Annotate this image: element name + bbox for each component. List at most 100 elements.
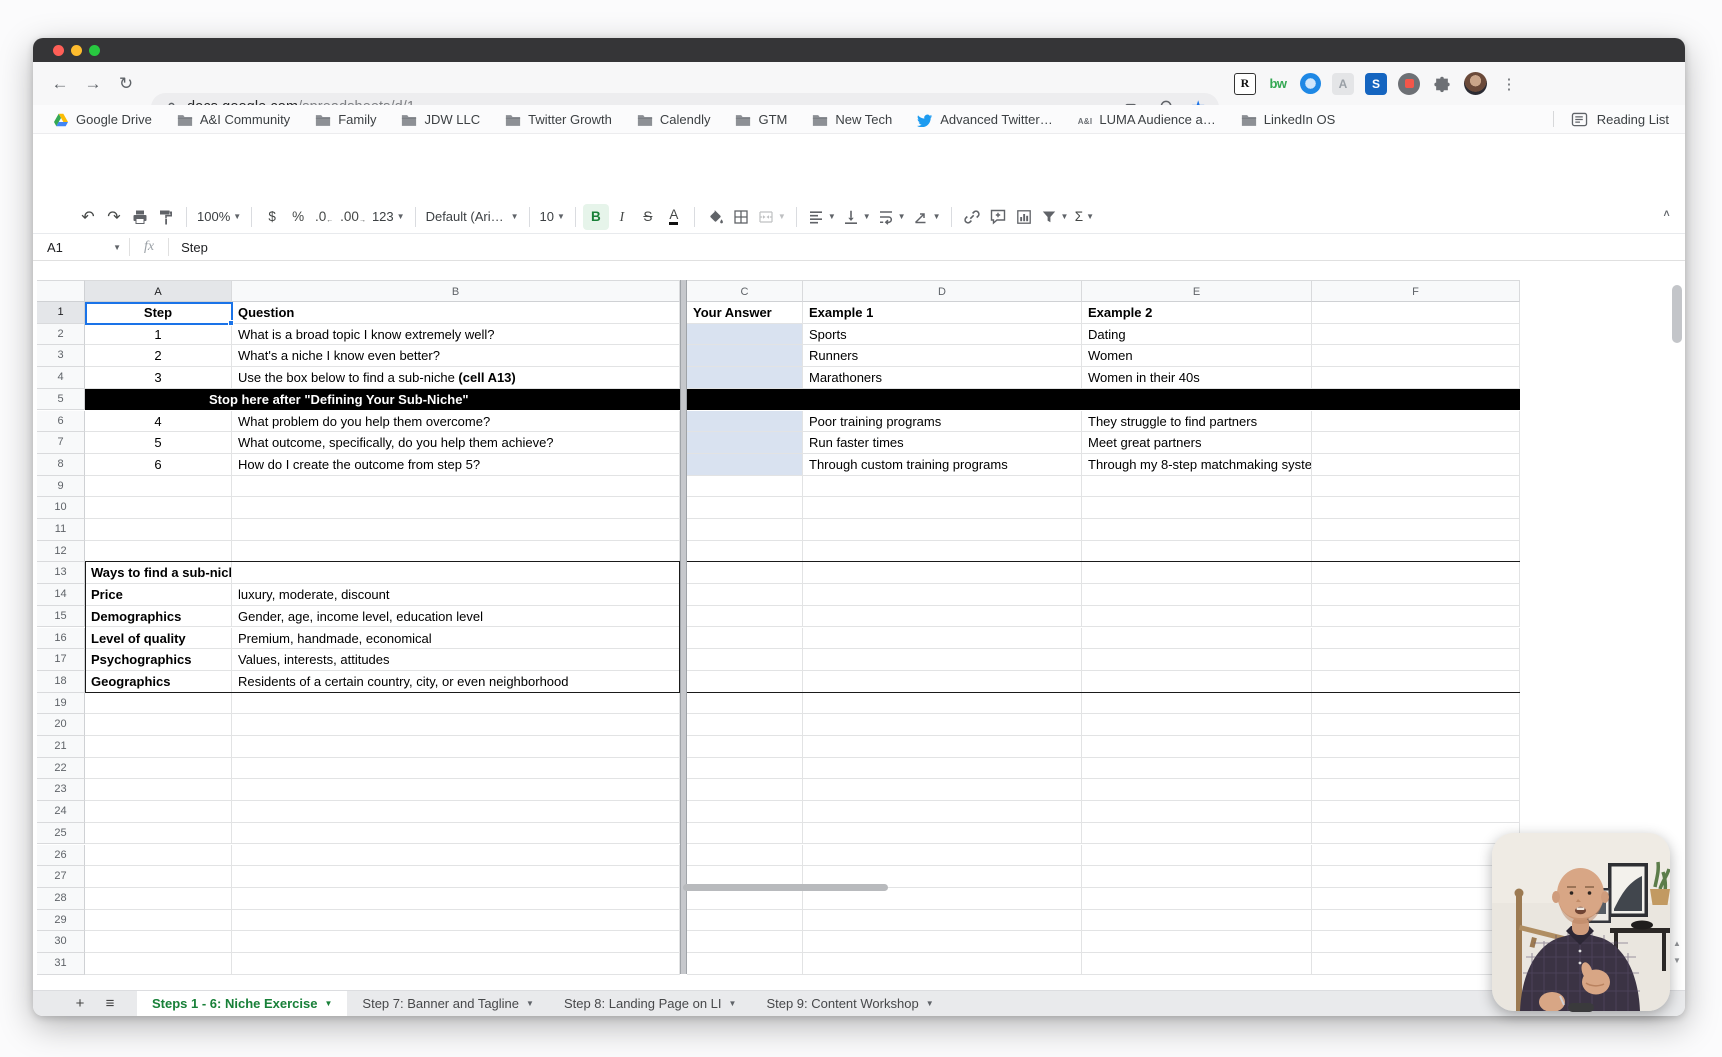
row-header-31[interactable]: 31	[37, 953, 85, 975]
select-all-corner[interactable]	[37, 280, 85, 302]
cell-B3[interactable]: What's a niche I know even better?	[232, 345, 680, 367]
cell-A4[interactable]: 3	[85, 367, 232, 389]
browser-menu[interactable]: ⋮	[1498, 73, 1520, 95]
column-header-B[interactable]: B	[232, 280, 680, 302]
cell-E29[interactable]	[1082, 910, 1312, 932]
cell-D21[interactable]	[803, 736, 1082, 758]
cell-C18[interactable]	[687, 671, 803, 693]
cell-C23[interactable]	[687, 779, 803, 801]
row-header-3[interactable]: 3	[37, 345, 85, 367]
cell-C10[interactable]	[687, 497, 803, 519]
cell-C28[interactable]	[687, 888, 803, 910]
cell-A28[interactable]	[85, 888, 232, 910]
cell-A24[interactable]	[85, 801, 232, 823]
scroll-down-icon[interactable]: ▼	[1672, 956, 1682, 965]
cell-B19[interactable]	[232, 693, 680, 715]
cell-F9[interactable]	[1312, 476, 1520, 498]
cell-F15[interactable]	[1312, 606, 1520, 628]
cell-D4[interactable]: Marathoners	[803, 367, 1082, 389]
add-sheet-button[interactable]: +	[65, 991, 95, 1016]
row-header-14[interactable]: 14	[37, 584, 85, 606]
cell-B26[interactable]	[232, 845, 680, 867]
cell-F17[interactable]	[1312, 649, 1520, 671]
more-formats-button[interactable]: 123▼	[369, 204, 408, 230]
column-header-F[interactable]: F	[1312, 280, 1520, 302]
cell-A31[interactable]	[85, 953, 232, 975]
cell-B31[interactable]	[232, 953, 680, 975]
cell-A26[interactable]	[85, 845, 232, 867]
row-header-25[interactable]: 25	[37, 823, 85, 845]
cell-E14[interactable]	[1082, 584, 1312, 606]
cell-E25[interactable]	[1082, 823, 1312, 845]
cell-E13[interactable]	[1082, 562, 1312, 584]
cell-C22[interactable]	[687, 758, 803, 780]
cell-E6[interactable]: They struggle to find partners	[1082, 411, 1312, 433]
insert-comment-button[interactable]	[985, 204, 1011, 230]
increase-decimals-button[interactable]: .00→	[337, 204, 369, 230]
cell-D25[interactable]	[803, 823, 1082, 845]
cell-C26[interactable]	[687, 845, 803, 867]
cell-A29[interactable]	[85, 910, 232, 932]
cell-B14[interactable]: luxury, moderate, discount	[232, 584, 680, 606]
cell-A22[interactable]	[85, 758, 232, 780]
bold-button[interactable]: B	[583, 204, 609, 230]
print-button[interactable]	[127, 204, 153, 230]
functions-button[interactable]: Σ▼	[1071, 204, 1097, 230]
bookmark-item[interactable]: Family	[315, 111, 376, 126]
row-header-30[interactable]: 30	[37, 931, 85, 953]
reading-list-button[interactable]: Reading List	[1553, 105, 1669, 133]
cell-F27[interactable]	[1312, 866, 1520, 888]
cell-A19[interactable]	[85, 693, 232, 715]
bookmark-item[interactable]: Google Drive	[53, 111, 152, 127]
cell-F11[interactable]	[1312, 519, 1520, 541]
redo-button[interactable]: ↷	[101, 204, 127, 230]
cell-E3[interactable]: Women	[1082, 345, 1312, 367]
back-button[interactable]: ←	[49, 74, 71, 94]
cell-C4[interactable]	[687, 367, 803, 389]
cell-D8[interactable]: Through custom training programs	[803, 454, 1082, 476]
bookmark-item[interactable]: LinkedIn OS	[1241, 111, 1336, 126]
cell-A25[interactable]	[85, 823, 232, 845]
sheet-tab[interactable]: Step 8: Landing Page on LI▼	[549, 991, 752, 1016]
cell-E9[interactable]	[1082, 476, 1312, 498]
cell-D28[interactable]	[803, 888, 1082, 910]
cell-B30[interactable]	[232, 931, 680, 953]
cell-F28[interactable]	[1312, 888, 1520, 910]
column-header-C[interactable]: C	[687, 280, 803, 302]
cell-D29[interactable]	[803, 910, 1082, 932]
horizontal-align-button[interactable]: ▼	[804, 204, 839, 230]
row-header-21[interactable]: 21	[37, 736, 85, 758]
cell-E7[interactable]: Meet great partners	[1082, 432, 1312, 454]
row-header-12[interactable]: 12	[37, 541, 85, 563]
cell-A18[interactable]: Geographics	[85, 671, 232, 693]
cell-A16[interactable]: Level of quality	[85, 628, 232, 650]
cell-F7[interactable]	[1312, 432, 1520, 454]
cell-F31[interactable]	[1312, 953, 1520, 975]
row-header-11[interactable]: 11	[37, 519, 85, 541]
cell-E8[interactable]: Through my 8-step matchmaking system	[1082, 454, 1312, 476]
cell-C15[interactable]	[687, 606, 803, 628]
cell-C3[interactable]	[687, 345, 803, 367]
cell-B22[interactable]	[232, 758, 680, 780]
row-header-4[interactable]: 4	[37, 367, 85, 389]
cell-F2[interactable]	[1312, 324, 1520, 346]
decrease-decimals-button[interactable]: .0←	[311, 204, 337, 230]
bookmark-item[interactable]: A&ILUMA Audience a…	[1078, 112, 1216, 127]
cell-C21[interactable]	[687, 736, 803, 758]
cell-A14[interactable]: Price	[85, 584, 232, 606]
cell-B10[interactable]	[232, 497, 680, 519]
text-rotation-button[interactable]: ▼	[909, 204, 944, 230]
cell-D9[interactable]	[803, 476, 1082, 498]
row-header-2[interactable]: 2	[37, 324, 85, 346]
cell-B27[interactable]	[232, 866, 680, 888]
row-header-23[interactable]: 23	[37, 779, 85, 801]
cell-F12[interactable]	[1312, 541, 1520, 563]
cell-C6[interactable]	[687, 411, 803, 433]
cell-E18[interactable]	[1082, 671, 1312, 693]
reload-button[interactable]: ↻	[115, 74, 137, 94]
zoom-button[interactable]: 100%▼	[194, 204, 244, 230]
cell-D19[interactable]	[803, 693, 1082, 715]
row-header-8[interactable]: 8	[37, 454, 85, 476]
bookmark-item[interactable]: GTM	[735, 111, 787, 126]
cell-B23[interactable]	[232, 779, 680, 801]
